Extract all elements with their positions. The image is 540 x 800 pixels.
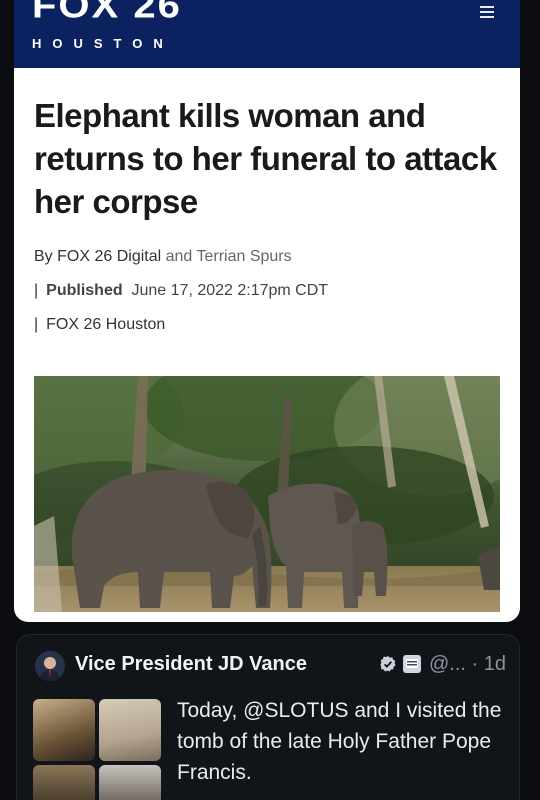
post-time[interactable]: · 1d — [472, 653, 506, 675]
news-article-card: FOX 26 HOUSTON Elephant kills woman and … — [14, 0, 520, 622]
post-media-grid[interactable] — [33, 699, 161, 800]
source-name[interactable]: FOX 26 Houston — [46, 316, 165, 333]
post-text: Today, @SLOTUS and I visited the tomb of… — [177, 699, 502, 784]
article-headline: Elephant kills woman and returns to her … — [34, 97, 497, 220]
byline-and: and — [165, 248, 193, 265]
post-author-name[interactable]: Vice President JD Vance — [75, 653, 307, 676]
post-handle[interactable]: @... — [429, 653, 466, 675]
separator: | — [34, 282, 39, 299]
social-post-card[interactable]: Vice President JD Vance @... · 1d Today,… — [16, 634, 520, 800]
byline-prefix: By — [34, 248, 53, 265]
media-thumb-3[interactable] — [33, 765, 95, 800]
source-line: | FOX 26 Houston — [34, 316, 165, 334]
media-thumb-4[interactable] — [99, 765, 161, 800]
author-link-1[interactable]: FOX 26 Digital — [57, 248, 161, 265]
media-thumb-1[interactable] — [33, 699, 95, 761]
published-date: June 17, 2022 2:17pm CDT — [131, 282, 329, 299]
brand-city: HOUSTON — [32, 36, 174, 51]
government-badge-icon — [403, 655, 421, 673]
elephants-photo[interactable] — [34, 376, 500, 612]
article-byline: By FOX 26 Digital and Terrian Spurs — [34, 248, 292, 266]
news-header: FOX 26 HOUSTON — [14, 0, 520, 68]
author-link-2[interactable]: Terrian Spurs — [196, 248, 291, 265]
hamburger-menu-icon[interactable] — [480, 6, 494, 18]
post-handle-time: @... · 1d — [429, 653, 506, 676]
verified-badge-icon — [380, 656, 396, 672]
published-line: | Published June 17, 2022 2:17pm CDT — [34, 282, 328, 300]
brand-logo[interactable]: FOX 26 — [32, 0, 182, 24]
media-thumb-2[interactable] — [99, 699, 161, 761]
published-label: Published — [46, 282, 123, 299]
avatar[interactable] — [35, 651, 65, 681]
separator: | — [34, 316, 39, 333]
